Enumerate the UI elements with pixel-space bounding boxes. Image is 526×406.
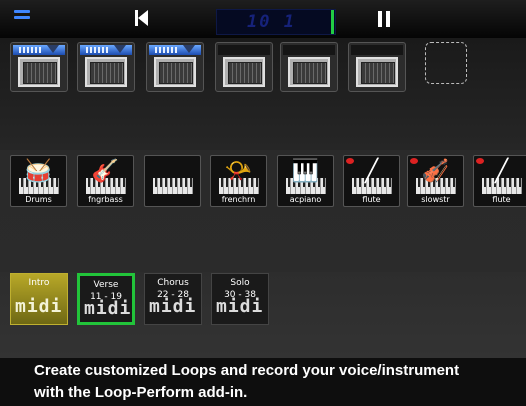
bass-guitar-icon: 🎸 <box>91 159 120 184</box>
instrument-tile[interactable]: 🎻 slowstr <box>407 155 464 207</box>
loop-pad[interactable] <box>280 42 338 92</box>
instrument-tile[interactable]: ╱ flute <box>343 155 400 207</box>
add-loop-slot[interactable] <box>425 42 467 84</box>
midi-icon: midi <box>216 296 264 317</box>
instrument-tile[interactable]: 🥁 Drums <box>10 155 67 207</box>
loop-pad-speaker-icon <box>356 57 398 87</box>
mute-indicator-icon <box>346 158 354 164</box>
measure-display: 10 1 <box>216 9 336 35</box>
measure-readout: 10 1 <box>247 12 296 32</box>
instrument-tile[interactable]: 🎸 fngrbass <box>77 155 134 207</box>
loop-pad-speaker-icon <box>223 57 265 87</box>
instrument-tile[interactable]: ╱ flute <box>473 155 526 207</box>
instrument-label: acpiano <box>289 195 322 204</box>
loop-pad-speaker-icon <box>288 57 330 87</box>
loop-pad[interactable] <box>10 42 68 92</box>
position-marker <box>331 10 334 34</box>
loop-pad[interactable] <box>348 42 406 92</box>
midi-icon: midi <box>84 298 132 319</box>
instrument-label: frenchrn <box>221 195 256 204</box>
song-section-solo[interactable]: Solo 30 - 38 midi <box>211 273 269 325</box>
section-name: Verse <box>93 280 119 290</box>
mute-indicator-icon <box>476 158 484 164</box>
caption-line-1: Create customized Loops and record your … <box>34 362 460 379</box>
pad-lid <box>351 45 403 55</box>
instrument-tile[interactable]: 📯 frenchrn <box>210 155 267 207</box>
loop-pad[interactable] <box>77 42 135 92</box>
loop-pad-speaker-icon <box>18 57 60 87</box>
caption-line-2: with the Loop-Perform add-in. <box>34 384 248 401</box>
waveform-icon <box>149 45 201 55</box>
song-section-chorus[interactable]: Chorus 22 - 28 midi <box>144 273 202 325</box>
loop-pad[interactable] <box>215 42 273 92</box>
waveform-icon <box>13 45 65 55</box>
pause-icon[interactable] <box>378 11 392 27</box>
loop-pad-speaker-icon <box>85 57 127 87</box>
grand-piano-icon: 🎹 <box>291 159 320 184</box>
instrument-label: flute <box>492 195 511 204</box>
instrument-tile[interactable]: 🎹 acpiano <box>277 155 334 207</box>
instrument-label: fngrbass <box>88 195 123 204</box>
instrument-label: Drums <box>25 195 52 204</box>
drum-kit-icon: 🥁 <box>24 159 53 184</box>
pad-lid <box>283 45 335 55</box>
mute-indicator-icon <box>410 158 418 164</box>
section-name: Solo <box>230 278 250 288</box>
instrument-label: slowstr <box>421 195 450 204</box>
section-name: Intro <box>28 278 50 288</box>
french-horn-icon: 📯 <box>224 159 253 184</box>
section-name: Chorus <box>157 278 189 288</box>
midi-icon: midi <box>149 296 197 317</box>
song-section-intro[interactable]: Intro midi <box>10 273 68 325</box>
top-toolbar: 10 1 <box>0 0 526 39</box>
song-section-verse[interactable]: Verse 11 - 19 midi <box>77 273 135 325</box>
instrument-label: flute <box>362 195 381 204</box>
midi-icon: midi <box>15 296 63 317</box>
waveform-icon <box>80 45 132 55</box>
pad-lid <box>218 45 270 55</box>
skip-back-icon[interactable] <box>134 9 150 27</box>
loop-pad[interactable] <box>146 42 204 92</box>
loop-pad-speaker-icon <box>154 57 196 87</box>
instrument-tile[interactable] <box>144 155 201 207</box>
menu-icon[interactable] <box>14 10 30 26</box>
promo-caption: Create customized Loops and record your … <box>0 358 526 406</box>
keyboard-icon <box>153 178 193 194</box>
